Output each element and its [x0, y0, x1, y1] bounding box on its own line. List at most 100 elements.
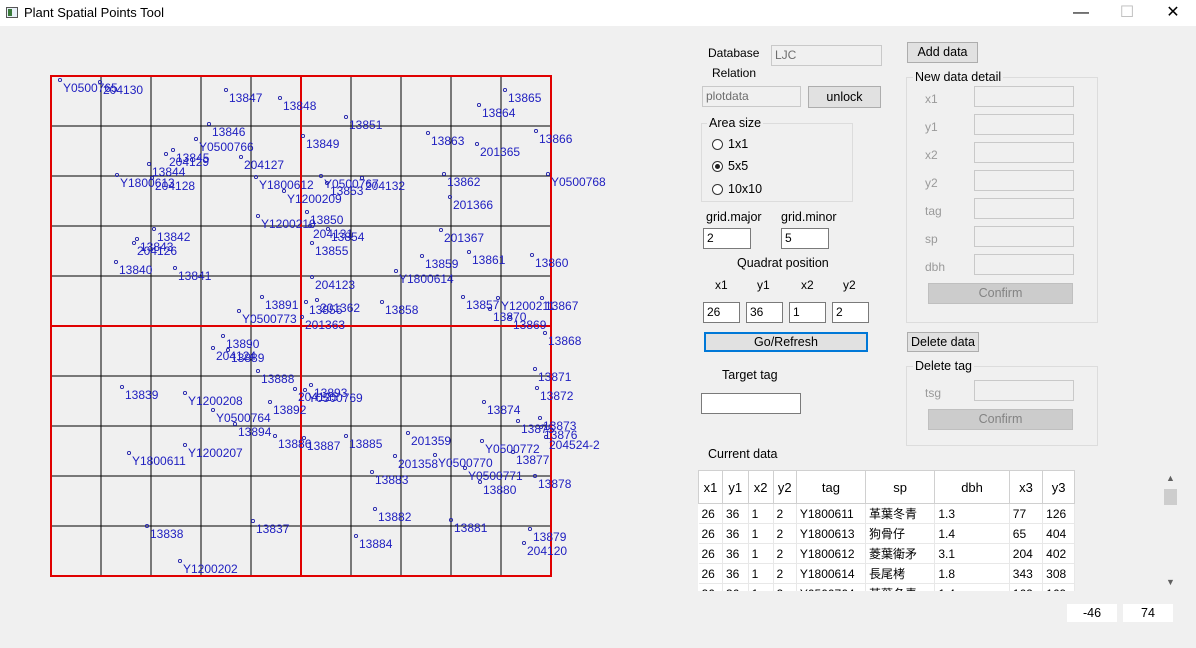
new-data-confirm-button[interactable]: Confirm: [928, 283, 1073, 304]
new-field-input-y1[interactable]: [974, 114, 1074, 135]
radio-1x1[interactable]: 1x1: [712, 137, 748, 151]
plot-point: 13866: [533, 128, 573, 146]
scroll-down-icon[interactable]: ▼: [1162, 574, 1179, 591]
point-marker: [206, 121, 212, 127]
database-field[interactable]: LJC: [771, 45, 882, 66]
scroll-up-icon[interactable]: ▲: [1162, 470, 1179, 487]
table-cell: 菱葉衛矛: [865, 543, 936, 564]
quadrat-y2-input[interactable]: 2: [832, 302, 869, 323]
quadrat-x2-input[interactable]: 1: [789, 302, 826, 323]
point-label: 13894: [238, 425, 272, 439]
point-marker: [527, 526, 533, 532]
column-header-dbh[interactable]: dbh: [934, 470, 1010, 504]
table-cell: Y1800613: [796, 523, 866, 544]
point-label: 13867: [545, 299, 579, 313]
point-marker: [353, 533, 359, 539]
column-header-y1[interactable]: y1: [721, 470, 749, 504]
table-cell: 26: [698, 503, 723, 524]
spatial-plot[interactable]: Y050076520413013847138481386513864138511…: [0, 26, 640, 626]
point-label: 13855: [315, 244, 349, 258]
grid-major-input[interactable]: 2: [703, 228, 751, 249]
go-refresh-button[interactable]: Go/Refresh: [704, 332, 868, 352]
grid-minor-input[interactable]: 5: [781, 228, 829, 249]
point-marker: [476, 102, 482, 108]
point-label: Y0500768: [551, 175, 606, 189]
delete-tag-confirm-button[interactable]: Confirm: [928, 409, 1073, 430]
table-cell: 2: [773, 543, 797, 564]
point-label: 13841: [178, 269, 212, 283]
plot-point: 13861: [466, 249, 506, 267]
point-label: 204126: [137, 244, 177, 258]
new-field-input-tag[interactable]: [974, 198, 1074, 219]
plot-point: 13859: [419, 253, 459, 271]
table-cell: Y0500764: [796, 583, 866, 591]
column-header-tag[interactable]: tag: [795, 470, 866, 504]
plot-point: 13867: [539, 295, 579, 313]
point-label: Y1200207: [188, 446, 243, 460]
point-label: 13839: [125, 388, 159, 402]
new-field-input-sp[interactable]: [974, 226, 1074, 247]
delete-data-button[interactable]: Delete data: [907, 332, 979, 352]
plot-point: 13864: [476, 102, 516, 120]
table-cell: 36: [722, 523, 749, 544]
add-data-button[interactable]: Add data: [907, 42, 978, 63]
table-row[interactable]: 26 36 1 2 Y1800611 革葉冬青 1.3 77 126: [698, 503, 1075, 524]
data-grid[interactable]: x1 y1 x2 y2 tag sp dbh x3 y3 26 36 1 2 Y1800611 革葉冬青 1…: [698, 470, 1075, 591]
relation-field[interactable]: plotdata: [702, 86, 801, 107]
point-label: 13874: [487, 403, 521, 417]
point-marker: [272, 433, 278, 439]
radio-10x10[interactable]: 10x10: [712, 182, 762, 196]
point-label: Y1800614: [399, 272, 454, 286]
new-field-input-x2[interactable]: [974, 142, 1074, 163]
table-cell: 36: [722, 583, 749, 591]
plot-point: 204524-2: [543, 434, 600, 452]
point-label: Y1800611: [132, 454, 186, 468]
new-field-input-x1[interactable]: [974, 86, 1074, 107]
point-label: 13887: [307, 439, 341, 453]
delete-tag-input[interactable]: [974, 380, 1074, 401]
column-header-sp[interactable]: sp: [864, 470, 936, 504]
column-header-x3[interactable]: x3: [1008, 470, 1044, 504]
point-label: 201363: [305, 318, 345, 332]
new-field-label-tag: tag: [925, 204, 942, 218]
table-row[interactable]: 26 36 1 2 Y1800614 長尾栲 1.8 343 308: [698, 563, 1075, 584]
table-row[interactable]: 26 36 1 2 Y1800613 狗骨仔 1.4 65 404: [698, 523, 1075, 544]
maximize-button[interactable]: ☐: [1104, 0, 1150, 26]
plot-point: 13877: [510, 449, 550, 467]
point-label: 13869: [513, 318, 547, 332]
point-label: 13885: [349, 437, 383, 451]
close-button[interactable]: ✕: [1150, 0, 1196, 26]
column-header-x2[interactable]: x2: [747, 470, 774, 504]
quadrat-y1-input[interactable]: 36: [746, 302, 783, 323]
point-label: 13889: [231, 351, 265, 365]
table-row[interactable]: 26 36 1 2 Y1800612 菱葉衛矛 3.1 204 402: [698, 543, 1075, 564]
plot-points: Y050076520413013847138481386513864138511…: [57, 77, 606, 576]
quadrat-position-label: Quadrat position: [737, 256, 829, 270]
column-header-y3[interactable]: y3: [1042, 470, 1075, 504]
column-header-x1[interactable]: x1: [698, 470, 723, 504]
new-field-input-dbh[interactable]: [974, 254, 1074, 275]
point-label: 13882: [378, 510, 412, 524]
plot-point: 13848: [277, 95, 317, 113]
app-icon: [6, 7, 18, 18]
point-label: Y1200210: [261, 217, 316, 231]
table-scrollbar[interactable]: ▲ ▼: [1162, 470, 1179, 591]
table-cell: 343: [1009, 563, 1044, 584]
minimize-button[interactable]: —: [1058, 0, 1104, 26]
quadrat-x1-input[interactable]: 26: [703, 302, 740, 323]
unlock-button[interactable]: unlock: [808, 86, 881, 108]
point-label: 201367: [444, 231, 484, 245]
table-cell: 2: [773, 583, 797, 591]
column-header-y2[interactable]: y2: [772, 470, 797, 504]
table-cell: 404: [1042, 523, 1075, 544]
database-label: Database: [708, 46, 760, 60]
point-label: 201365: [480, 145, 520, 159]
table-row[interactable]: 263612Y0500764革葉冬青1.4162169: [698, 583, 1075, 591]
scroll-thumb[interactable]: [1164, 489, 1177, 505]
new-field-input-y2[interactable]: [974, 170, 1074, 191]
point-marker: [460, 294, 466, 300]
radio-5x5[interactable]: 5x5: [712, 159, 748, 173]
plot-point: 13841: [172, 265, 212, 283]
point-marker: [57, 77, 63, 83]
target-tag-input[interactable]: [701, 393, 801, 414]
